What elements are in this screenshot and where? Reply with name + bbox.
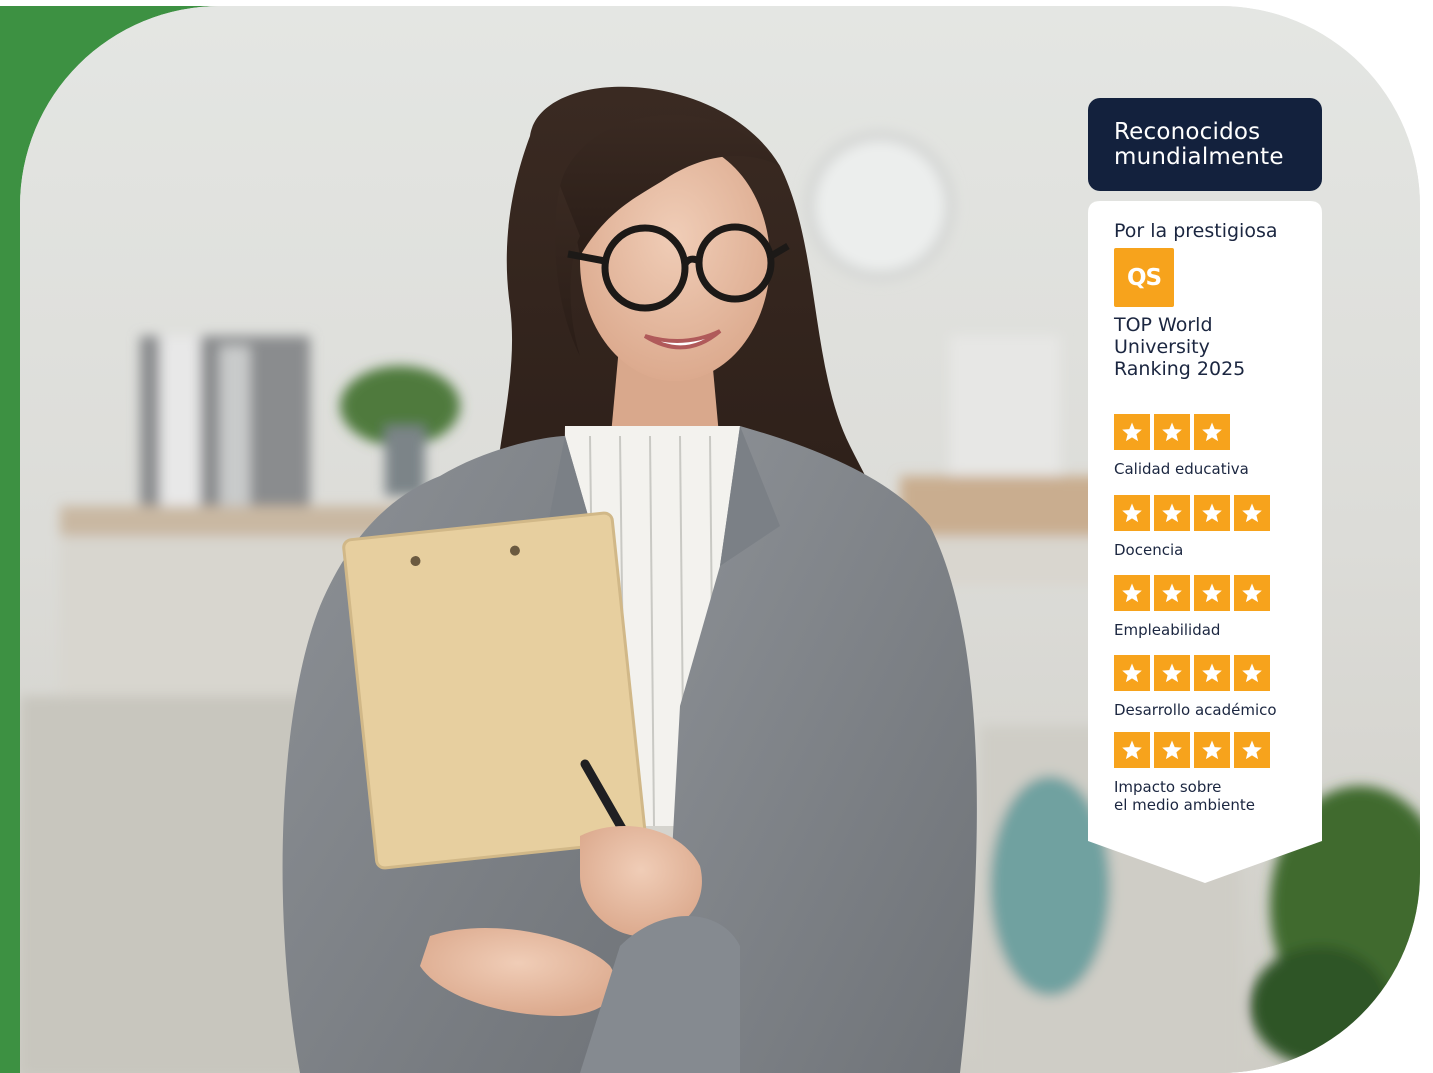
star-icon bbox=[1234, 575, 1270, 611]
badge-title-line-2: mundialmente bbox=[1114, 144, 1284, 170]
star-icon bbox=[1194, 655, 1230, 691]
hero-banner: Reconocidos mundialmente Por la prestigi… bbox=[0, 0, 1433, 1073]
star-icon bbox=[1194, 414, 1230, 450]
criterion-label-line-1: Calidad educativa bbox=[1114, 460, 1249, 478]
badge-intro-text: Por la prestigiosa bbox=[1114, 220, 1278, 242]
ranking-badge-card: Por la prestigiosa QS TOP World Universi… bbox=[1088, 201, 1322, 883]
criterion-docencia: Docencia bbox=[1114, 495, 1270, 559]
star-icon bbox=[1194, 732, 1230, 768]
criterion-label-line-2: el medio ambiente bbox=[1114, 796, 1255, 814]
star-icon bbox=[1114, 414, 1150, 450]
star-icon bbox=[1154, 655, 1190, 691]
ranking-badge-title: Reconocidos mundialmente bbox=[1114, 120, 1322, 170]
badge-title-line-1: Reconocidos bbox=[1114, 119, 1261, 145]
star-icon bbox=[1154, 414, 1190, 450]
star-rating bbox=[1114, 414, 1249, 450]
star-icon bbox=[1194, 495, 1230, 531]
criterion-empleabilidad: Empleabilidad bbox=[1114, 575, 1270, 639]
star-icon bbox=[1114, 575, 1150, 611]
star-icon bbox=[1154, 495, 1190, 531]
star-icon bbox=[1194, 575, 1230, 611]
star-icon bbox=[1114, 732, 1150, 768]
criterion-label-line-1: Desarrollo académico bbox=[1114, 701, 1277, 719]
star-icon bbox=[1234, 495, 1270, 531]
criterion-label: Desarrollo académico bbox=[1114, 701, 1277, 719]
criterion-label: Empleabilidad bbox=[1114, 621, 1270, 639]
star-rating bbox=[1114, 732, 1270, 768]
criterion-impacto-medio-ambiente: Impacto sobre el medio ambiente bbox=[1114, 732, 1270, 814]
qs-logo-text: QS bbox=[1126, 264, 1162, 291]
ranking-title-line-3: Ranking 2025 bbox=[1114, 358, 1246, 380]
criterion-label-line-1: Empleabilidad bbox=[1114, 621, 1221, 639]
criterion-label-line-1: Impacto sobre bbox=[1114, 778, 1222, 796]
criterion-desarrollo-academico: Desarrollo académico bbox=[1114, 655, 1277, 719]
star-icon bbox=[1234, 732, 1270, 768]
criterion-label: Calidad educativa bbox=[1114, 460, 1249, 478]
star-icon bbox=[1114, 495, 1150, 531]
qs-logo: QS bbox=[1114, 248, 1174, 307]
star-icon bbox=[1154, 575, 1190, 611]
ranking-title-line-1: TOP World bbox=[1114, 314, 1213, 336]
ranking-title: TOP World University Ranking 2025 bbox=[1114, 314, 1245, 380]
star-icon bbox=[1234, 655, 1270, 691]
star-rating bbox=[1114, 495, 1270, 531]
star-icon bbox=[1154, 732, 1190, 768]
criterion-label-line-1: Docencia bbox=[1114, 541, 1184, 559]
criterion-label: Docencia bbox=[1114, 541, 1270, 559]
criterion-label: Impacto sobre el medio ambiente bbox=[1114, 778, 1270, 814]
star-rating bbox=[1114, 575, 1270, 611]
ranking-badge-header: Reconocidos mundialmente bbox=[1088, 98, 1322, 191]
ranking-title-line-2: University bbox=[1114, 336, 1210, 358]
criterion-calidad-educativa: Calidad educativa bbox=[1114, 414, 1249, 478]
star-icon bbox=[1114, 655, 1150, 691]
star-rating bbox=[1114, 655, 1277, 691]
